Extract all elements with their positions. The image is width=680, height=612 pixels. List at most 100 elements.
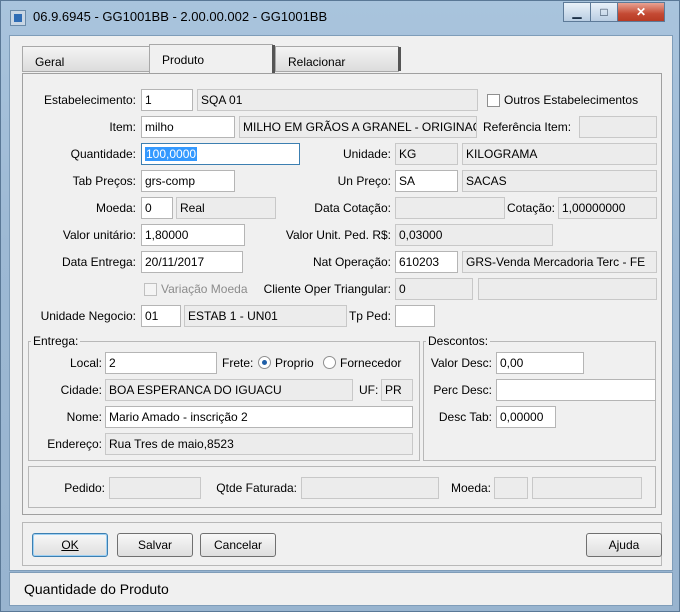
un-preco-desc-field: SACAS xyxy=(462,170,657,192)
ok-button-label: OK xyxy=(61,538,79,552)
frete-proprio-label: Proprio xyxy=(275,356,314,370)
unidade-label: Unidade: xyxy=(342,147,391,161)
quantidade-value: 100,0000 xyxy=(145,147,198,161)
outros-estabelecimentos-checkbox[interactable] xyxy=(487,94,500,107)
uf-field: PR xyxy=(381,379,413,401)
data-cotacao-label: Data Cotação: xyxy=(314,201,391,215)
estabelecimento-name-field: SQA 01 xyxy=(197,89,478,111)
ajuda-button-label: Ajuda xyxy=(608,538,640,552)
tab-relacionar[interactable]: Relacionar xyxy=(275,46,401,72)
perc-desc-field[interactable] xyxy=(496,379,656,401)
data-cotacao-field xyxy=(395,197,505,219)
qtde-faturada-field xyxy=(301,477,439,499)
status-text: Quantidade do Produto xyxy=(24,581,169,597)
perc-desc-label: Perc Desc: xyxy=(433,383,492,397)
quantidade-label: Quantidade: xyxy=(70,147,136,161)
frete-fornecedor-label: Fornecedor xyxy=(340,356,402,370)
variacao-moeda-checkbox[interactable] xyxy=(144,283,157,296)
unidade-negocio-code-field[interactable]: 01 xyxy=(141,305,181,327)
moeda-code-field[interactable]: 0 xyxy=(141,197,173,219)
nat-operacao-label: Nat Operação: xyxy=(312,255,391,269)
cliente-oper-code-field: 0 xyxy=(395,278,473,300)
referencia-item-label: Referência Item: xyxy=(483,120,572,134)
moeda-label: Moeda: xyxy=(95,201,136,215)
local-field[interactable]: 2 xyxy=(105,352,217,374)
nat-operacao-code-field[interactable]: 610203 xyxy=(395,251,458,273)
valor-unit-ped-label: Valor Unit. Ped. R$: xyxy=(285,228,391,242)
entrega-group-title: Entrega: xyxy=(31,334,81,348)
ok-button[interactable]: OK xyxy=(32,533,108,557)
tab-label: Geral xyxy=(35,55,65,69)
maximize-button[interactable]: □ xyxy=(590,2,618,22)
app-icon xyxy=(10,10,26,26)
tab-precos-field[interactable]: grs-comp xyxy=(141,170,235,192)
tab-geral[interactable]: Geral xyxy=(22,46,156,72)
tab-precos-label: Tab Preços: xyxy=(72,174,136,188)
unidade-code-field: KG xyxy=(395,143,458,165)
cliente-oper-desc-field xyxy=(478,278,657,300)
valor-unitario-label: Valor unitário: xyxy=(62,228,136,242)
pedido-moeda-code-field xyxy=(494,477,528,499)
status-bar: Quantidade do Produto xyxy=(9,572,673,606)
frete-fornecedor-radio[interactable] xyxy=(323,356,336,369)
estabelecimento-label: Estabelecimento: xyxy=(43,93,136,107)
cancelar-button-label: Cancelar xyxy=(213,538,263,552)
ajuda-button[interactable]: Ajuda xyxy=(586,533,662,557)
pedido-moeda-label: Moeda: xyxy=(450,481,491,495)
tp-ped-label: Tp Ped: xyxy=(348,309,391,323)
nome-field[interactable]: Mario Amado - inscrição 2 xyxy=(105,406,413,428)
frete-proprio-radio[interactable] xyxy=(258,356,271,369)
valor-desc-field[interactable]: 0,00 xyxy=(496,352,584,374)
unidade-negocio-desc-field: ESTAB 1 - UN01 xyxy=(184,305,347,327)
tp-ped-field[interactable] xyxy=(395,305,435,327)
uf-label: UF: xyxy=(359,383,379,397)
unidade-negocio-label: Unidade Negocio: xyxy=(40,309,136,323)
un-preco-code-field[interactable]: SA xyxy=(395,170,458,192)
cotacao-label: Cotação: xyxy=(506,201,555,215)
title-bar[interactable]: 06.9.6945 - GG1001BB - 2.00.00.002 - GG1… xyxy=(1,1,680,35)
window-title: 06.9.6945 - GG1001BB - 2.00.00.002 - GG1… xyxy=(33,9,328,24)
referencia-item-field xyxy=(579,116,657,138)
qtde-faturada-label: Qtde Faturada: xyxy=(216,481,297,495)
salvar-button-label: Salvar xyxy=(137,538,172,552)
endereco-label: Endereço: xyxy=(47,437,102,451)
tab-label: Produto xyxy=(162,53,205,67)
cotacao-field: 1,00000000 xyxy=(558,197,657,219)
cancelar-button[interactable]: Cancelar xyxy=(200,533,276,557)
pedido-label: Pedido: xyxy=(64,481,105,495)
endereco-field: Rua Tres de maio,8523 xyxy=(105,433,413,455)
estabelecimento-code-field[interactable]: 1 xyxy=(141,89,193,111)
cliente-oper-triangular-label: Cliente Oper Triangular: xyxy=(263,282,391,296)
salvar-button[interactable]: Salvar xyxy=(117,533,193,557)
nome-label: Nome: xyxy=(66,410,102,424)
entrega-group: Entrega: Local: 2 Frete: Proprio Fornece… xyxy=(28,334,420,461)
item-code-field[interactable]: milho xyxy=(141,116,235,138)
data-entrega-field[interactable]: 20/11/2017 xyxy=(141,251,243,273)
tab-panel-produto: Estabelecimento: 1 SQA 01 Outros Estabel… xyxy=(22,73,662,515)
valor-unitario-field[interactable]: 1,80000 xyxy=(141,224,245,246)
valor-desc-label: Valor Desc: xyxy=(430,356,492,370)
minimize-button[interactable]: ▁ xyxy=(563,2,591,22)
moeda-desc-field: Real xyxy=(176,197,276,219)
tab-edge xyxy=(398,47,401,71)
tab-label: Relacionar xyxy=(288,55,346,69)
item-label: Item: xyxy=(109,120,136,134)
desc-tab-label: Desc Tab: xyxy=(438,410,492,424)
unidade-desc-field: KILOGRAMA xyxy=(462,143,657,165)
app-window: 06.9.6945 - GG1001BB - 2.00.00.002 - GG1… xyxy=(0,0,680,612)
local-label: Local: xyxy=(69,356,102,370)
outros-estabelecimentos-label: Outros Estabelecimentos xyxy=(504,93,639,107)
pedido-group: Pedido: Qtde Faturada: Moeda: xyxy=(28,466,656,508)
item-desc-field: MILHO EM GRÃOS A GRANEL - ORIGINAÇÃ xyxy=(239,116,477,138)
frete-label: Frete: xyxy=(222,356,254,370)
nat-operacao-desc-field: GRS-Venda Mercadoria Terc - FE xyxy=(462,251,657,273)
tab-produto[interactable]: Produto xyxy=(149,44,275,74)
cidade-label: Cidade: xyxy=(60,383,102,397)
descontos-group-title: Descontos: xyxy=(426,334,491,348)
desc-tab-field[interactable]: 0,00000 xyxy=(496,406,556,428)
quantidade-field[interactable]: 100,0000 xyxy=(141,143,300,165)
pedido-field xyxy=(109,477,201,499)
un-preco-label: Un Preço: xyxy=(337,174,391,188)
valor-unit-ped-field: 0,03000 xyxy=(395,224,553,246)
close-button[interactable]: ✕ xyxy=(617,2,665,22)
